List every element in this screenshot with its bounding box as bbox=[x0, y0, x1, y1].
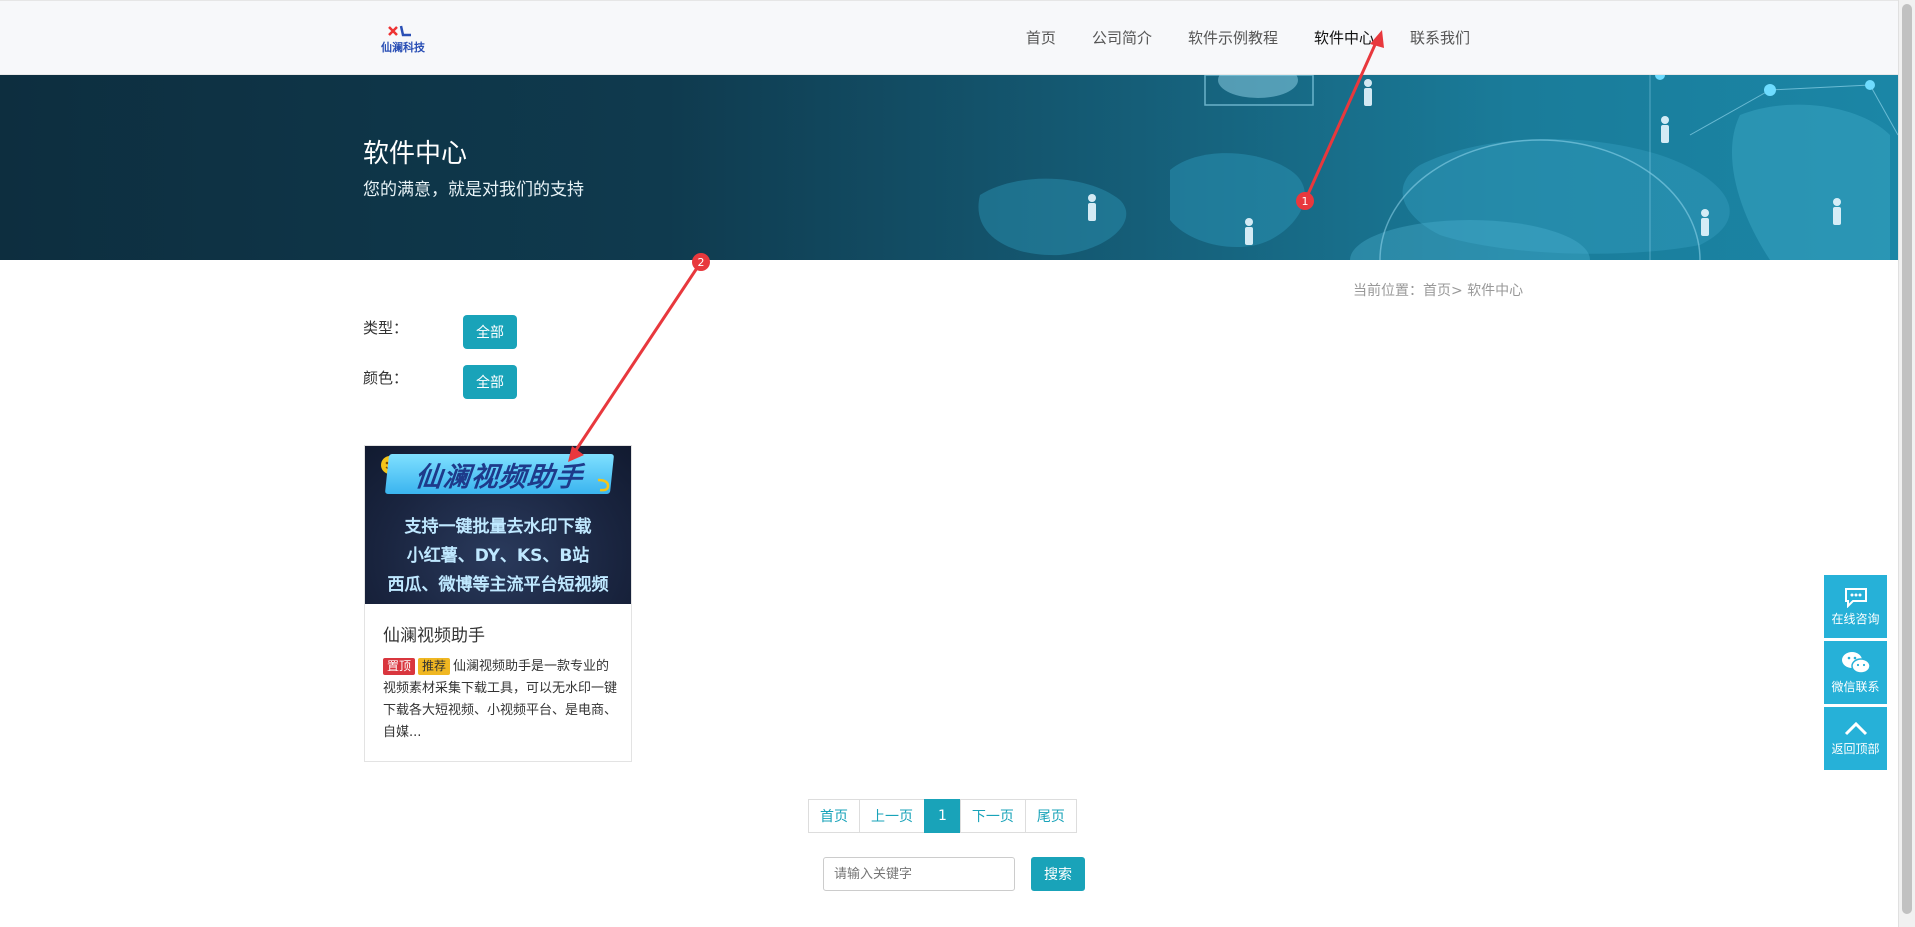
company-logo[interactable]: 仙澜科技 bbox=[375, 23, 431, 57]
chevron-up-icon bbox=[1844, 721, 1867, 736]
filter-color-all-button[interactable]: 全部 bbox=[463, 365, 517, 399]
nav-home[interactable]: 首页 bbox=[1008, 1, 1074, 76]
thumbnail-line-2: 小红薯、DY、KS、B站 bbox=[406, 546, 590, 566]
logo-text: 仙澜科技 bbox=[381, 40, 426, 54]
curl-arrow-icon bbox=[597, 478, 610, 492]
nav-software-center[interactable]: 软件中心 bbox=[1296, 1, 1392, 76]
page-subtitle: 您的满意，就是对我们的支持 bbox=[363, 180, 584, 200]
product-description: 置顶 推荐 仙澜视频助手是一款专业的视频素材采集下载工具，可以无水印一键下载各大短视… bbox=[383, 656, 619, 744]
page-scrollbar[interactable] bbox=[1898, 0, 1915, 927]
thumbnail-line-3: 西瓜、微博等主流平台短视频 bbox=[387, 575, 609, 595]
product-title[interactable]: 仙澜视频助手 bbox=[383, 621, 485, 646]
filter-color-label: 颜色： bbox=[363, 369, 409, 387]
thumbnail-banner-text: 仙澜视频助手 bbox=[384, 454, 615, 494]
wechat-icon bbox=[1841, 652, 1871, 674]
page-title: 软件中心 bbox=[363, 139, 468, 169]
breadcrumb: 当前位置：首页> 软件中心 bbox=[1353, 283, 1524, 299]
world-map-background bbox=[978, 75, 1898, 260]
page-next[interactable]: 下一页 bbox=[959, 799, 1026, 833]
product-card[interactable]: 仙澜视频助手 支持一键批量去水印下载 小红薯、DY、KS、B站 西瓜、微博等主流… bbox=[364, 445, 632, 762]
nav-about[interactable]: 公司简介 bbox=[1074, 1, 1170, 76]
hero-banner: 软件中心 您的满意，就是对我们的支持 bbox=[0, 75, 1898, 260]
search-button[interactable]: 搜索 bbox=[1031, 857, 1085, 891]
logo-graphic: 仙澜科技 bbox=[381, 25, 426, 54]
tag-recommended: 推荐 bbox=[418, 658, 451, 675]
search-input[interactable] bbox=[823, 857, 1015, 891]
page-first[interactable]: 首页 bbox=[808, 799, 860, 833]
filter-type-label: 类型： bbox=[363, 319, 409, 337]
tag-pinned: 置顶 bbox=[383, 658, 416, 675]
side-wechat-label: 微信联系 bbox=[1831, 680, 1880, 694]
thumbnail-line-1: 支持一键批量去水印下载 bbox=[404, 517, 592, 537]
top-navbar: 仙澜科技 首页 公司简介 软件示例教程 软件中心 联系我们 bbox=[0, 0, 1898, 75]
annotation-arrow-2 bbox=[572, 261, 703, 454]
chat-bubble-icon bbox=[1844, 588, 1867, 608]
nav-contact[interactable]: 联系我们 bbox=[1392, 1, 1488, 76]
side-online-consult-label: 在线咨询 bbox=[1831, 612, 1880, 626]
side-back-to-top[interactable]: 返回顶部 bbox=[1824, 707, 1887, 770]
side-wechat[interactable]: 微信联系 bbox=[1824, 641, 1887, 704]
page-prev[interactable]: 上一页 bbox=[859, 799, 925, 833]
page-last[interactable]: 尾页 bbox=[1024, 799, 1077, 833]
scrollbar-thumb[interactable] bbox=[1902, 4, 1912, 914]
nav-tutorials[interactable]: 软件示例教程 bbox=[1170, 1, 1296, 76]
side-back-to-top-label: 返回顶部 bbox=[1831, 742, 1880, 756]
main-nav: 首页 公司简介 软件示例教程 软件中心 联系我们 bbox=[1008, 1, 1488, 76]
product-thumbnail[interactable]: 仙澜视频助手 支持一键批量去水印下载 小红薯、DY、KS、B站 西瓜、微博等主流… bbox=[365, 446, 631, 604]
page-current[interactable]: 1 bbox=[924, 799, 961, 833]
filter-type-all-button[interactable]: 全部 bbox=[463, 315, 517, 349]
pagination: 首页 上一页 1 下一页 尾页 bbox=[808, 799, 1077, 833]
side-online-consult[interactable]: 在线咨询 bbox=[1824, 575, 1887, 638]
